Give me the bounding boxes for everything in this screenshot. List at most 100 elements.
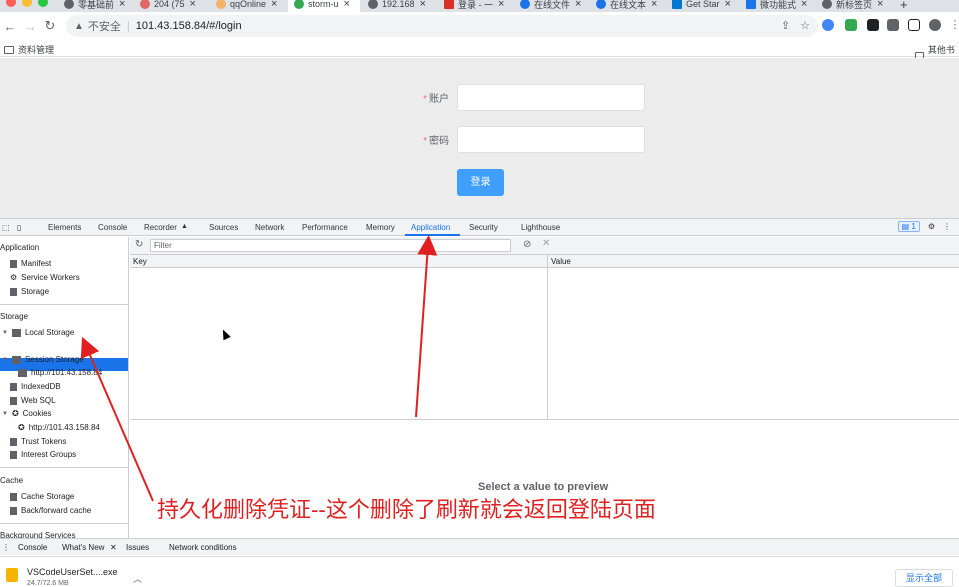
tab-close-icon[interactable]: × bbox=[420, 0, 426, 10]
drawer-tab-console[interactable]: Console bbox=[18, 543, 47, 552]
address-bar[interactable]: ▲ 不安全 | 101.43.158.84/#/login ⇪ ☆ bbox=[66, 15, 818, 37]
sidebar-item-session-origin[interactable]: http://101.43.158.84 bbox=[18, 368, 102, 377]
drawer-menu-icon[interactable]: ⋮ bbox=[2, 543, 10, 552]
browser-tab[interactable]: 192.168 × bbox=[368, 0, 436, 12]
maximize-window-icon[interactable] bbox=[38, 0, 48, 7]
sidebar-item-service-workers[interactable]: ⚙ Service Workers bbox=[10, 273, 80, 282]
tab-close-icon[interactable]: × bbox=[877, 0, 883, 10]
clear-all-icon[interactable]: ⊘ bbox=[523, 239, 531, 250]
sidebar-item-indexeddb[interactable]: IndexedDB bbox=[10, 382, 61, 391]
tab-close-icon[interactable]: × bbox=[575, 0, 581, 10]
tab-application[interactable]: Application bbox=[411, 223, 450, 232]
sidebar-item-web-sql[interactable]: Web SQL bbox=[10, 396, 56, 405]
tab-close-icon[interactable]: × bbox=[651, 0, 657, 10]
filter-input[interactable]: Filter bbox=[150, 239, 511, 252]
warning-triangle-icon[interactable]: ▲ bbox=[74, 21, 84, 32]
star-bookmark-icon[interactable]: ☆ bbox=[800, 19, 810, 32]
close-window-icon[interactable] bbox=[6, 0, 16, 7]
expand-triangle-icon[interactable]: ▼ bbox=[2, 411, 8, 417]
security-label[interactable]: 不安全 bbox=[88, 18, 121, 34]
tab-recorder[interactable]: Recorder bbox=[144, 223, 177, 232]
account-label-text: 账户 bbox=[429, 94, 449, 105]
tab-sources[interactable]: Sources bbox=[209, 223, 238, 232]
tab-close-icon[interactable]: × bbox=[190, 0, 196, 10]
password-input[interactable] bbox=[457, 126, 645, 153]
delete-selected-icon[interactable]: ✕ bbox=[542, 238, 550, 249]
browser-tab[interactable]: 登录 - 一 × bbox=[444, 0, 512, 12]
tab-network[interactable]: Network bbox=[255, 223, 284, 232]
installer-file-icon bbox=[6, 568, 18, 582]
column-value[interactable]: Value bbox=[551, 257, 571, 266]
storage-table-body[interactable] bbox=[130, 268, 959, 420]
drawer-tab-close-icon[interactable]: ✕ bbox=[110, 543, 117, 552]
browser-tab[interactable]: Get Star × bbox=[672, 0, 740, 12]
tab-security[interactable]: Security bbox=[469, 223, 498, 232]
drawer-tab-network-conditions[interactable]: Network conditions bbox=[169, 543, 237, 552]
minimize-window-icon[interactable] bbox=[22, 0, 32, 7]
back-arrow-icon[interactable]: ← bbox=[0, 19, 20, 34]
sidebar-item-back-forward-cache[interactable]: Back/forward cache bbox=[10, 506, 91, 515]
expand-triangle-icon[interactable]: ▼ bbox=[2, 357, 8, 363]
bookmark-folder[interactable]: 资料管理 bbox=[4, 43, 54, 56]
new-tab-button[interactable]: + bbox=[900, 0, 914, 12]
chevron-up-icon[interactable]: ︿ bbox=[133, 572, 142, 585]
sidebar-item-local-origin[interactable]: http://101.43.158.84 bbox=[18, 341, 102, 350]
devtools-menu-icon[interactable]: ⋮ bbox=[943, 222, 951, 231]
tab-close-icon[interactable]: × bbox=[119, 0, 125, 10]
shield-extension-icon[interactable] bbox=[845, 19, 857, 31]
download-filename[interactable]: VSCodeUserSet....exe bbox=[27, 567, 118, 577]
messages-badge[interactable]: ▤ 1 bbox=[897, 221, 920, 232]
column-separator[interactable] bbox=[547, 255, 548, 420]
tab-performance[interactable]: Performance bbox=[302, 223, 348, 232]
tab-close-icon[interactable]: × bbox=[801, 0, 807, 10]
sidebar-item-cookies[interactable]: ▼ ✪ Cookies bbox=[2, 409, 52, 418]
sidebar-item-cache-storage[interactable]: Cache Storage bbox=[10, 492, 74, 501]
x-extension-icon[interactable] bbox=[867, 19, 879, 31]
settings-gear-icon[interactable]: ⚙ bbox=[928, 222, 935, 231]
tab-close-icon[interactable]: × bbox=[725, 0, 731, 10]
tab-close-icon[interactable]: × bbox=[344, 0, 350, 10]
side-panel-icon[interactable] bbox=[908, 19, 920, 31]
tab-console[interactable]: Console bbox=[98, 223, 127, 232]
url-text[interactable]: 101.43.158.84/#/login bbox=[136, 20, 242, 32]
browser-tab[interactable]: 在线文件 × bbox=[520, 0, 588, 12]
sidebar-item-storage[interactable]: Storage bbox=[10, 287, 49, 296]
sidebar-item-interest-groups[interactable]: Interest Groups bbox=[10, 450, 76, 459]
tab-elements[interactable]: Elements bbox=[48, 223, 81, 232]
profile-avatar-icon[interactable] bbox=[929, 19, 941, 31]
device-toolbar-icon[interactable]: ▯ bbox=[17, 223, 21, 232]
column-key[interactable]: Key bbox=[133, 257, 147, 266]
expand-triangle-icon[interactable]: ▼ bbox=[2, 330, 8, 336]
sidebar-item-local-storage[interactable]: ▼ Local Storage bbox=[2, 328, 74, 337]
tab-label: qqOnline bbox=[230, 0, 267, 9]
reload-icon[interactable]: ↻ bbox=[40, 18, 60, 34]
sidebar-item-cookies-origin[interactable]: ✪ http://101.43.158.84 bbox=[18, 423, 100, 432]
puzzle-extensions-icon[interactable] bbox=[887, 19, 899, 31]
share-icon[interactable]: ⇪ bbox=[781, 19, 790, 32]
account-input[interactable] bbox=[457, 84, 645, 111]
sidebar-item-trust-tokens[interactable]: Trust Tokens bbox=[10, 437, 66, 446]
browser-tab[interactable]: 微功能式 × bbox=[746, 0, 814, 12]
show-all-downloads-button[interactable]: 显示全部 bbox=[895, 569, 953, 587]
tab-lighthouse[interactable]: Lighthouse bbox=[521, 223, 560, 232]
forward-arrow-icon[interactable]: → bbox=[20, 19, 40, 34]
tab-close-icon[interactable]: × bbox=[498, 0, 504, 10]
browser-tab[interactable]: 204 (75 × bbox=[140, 0, 208, 12]
tab-close-icon[interactable]: × bbox=[271, 0, 277, 10]
more-menu-icon[interactable]: ⋮ bbox=[949, 19, 959, 31]
sidebar-section-application: Application bbox=[0, 243, 40, 252]
drawer-tab-whats-new[interactable]: What's New bbox=[62, 543, 104, 552]
browser-tab[interactable]: 在线文本 × bbox=[596, 0, 664, 12]
browser-tab[interactable]: qqOnline × bbox=[216, 0, 284, 12]
browser-tab-active[interactable]: storm-u × bbox=[288, 0, 360, 12]
browser-tab[interactable]: 新标签页 × bbox=[822, 0, 890, 12]
browser-tab[interactable]: 零基础前 × bbox=[64, 0, 132, 12]
login-button[interactable]: 登录 bbox=[457, 169, 504, 196]
inspect-element-icon[interactable]: ⬚ bbox=[2, 223, 10, 232]
drawer-tab-issues[interactable]: Issues bbox=[126, 543, 149, 552]
sidebar-item-session-storage[interactable]: ▼ Session Storage bbox=[2, 355, 84, 364]
tab-memory[interactable]: Memory bbox=[366, 223, 395, 232]
refresh-icon[interactable]: ↻ bbox=[135, 239, 143, 250]
sidebar-item-manifest[interactable]: Manifest bbox=[10, 259, 51, 268]
chrome-extension-icon[interactable] bbox=[822, 19, 834, 31]
